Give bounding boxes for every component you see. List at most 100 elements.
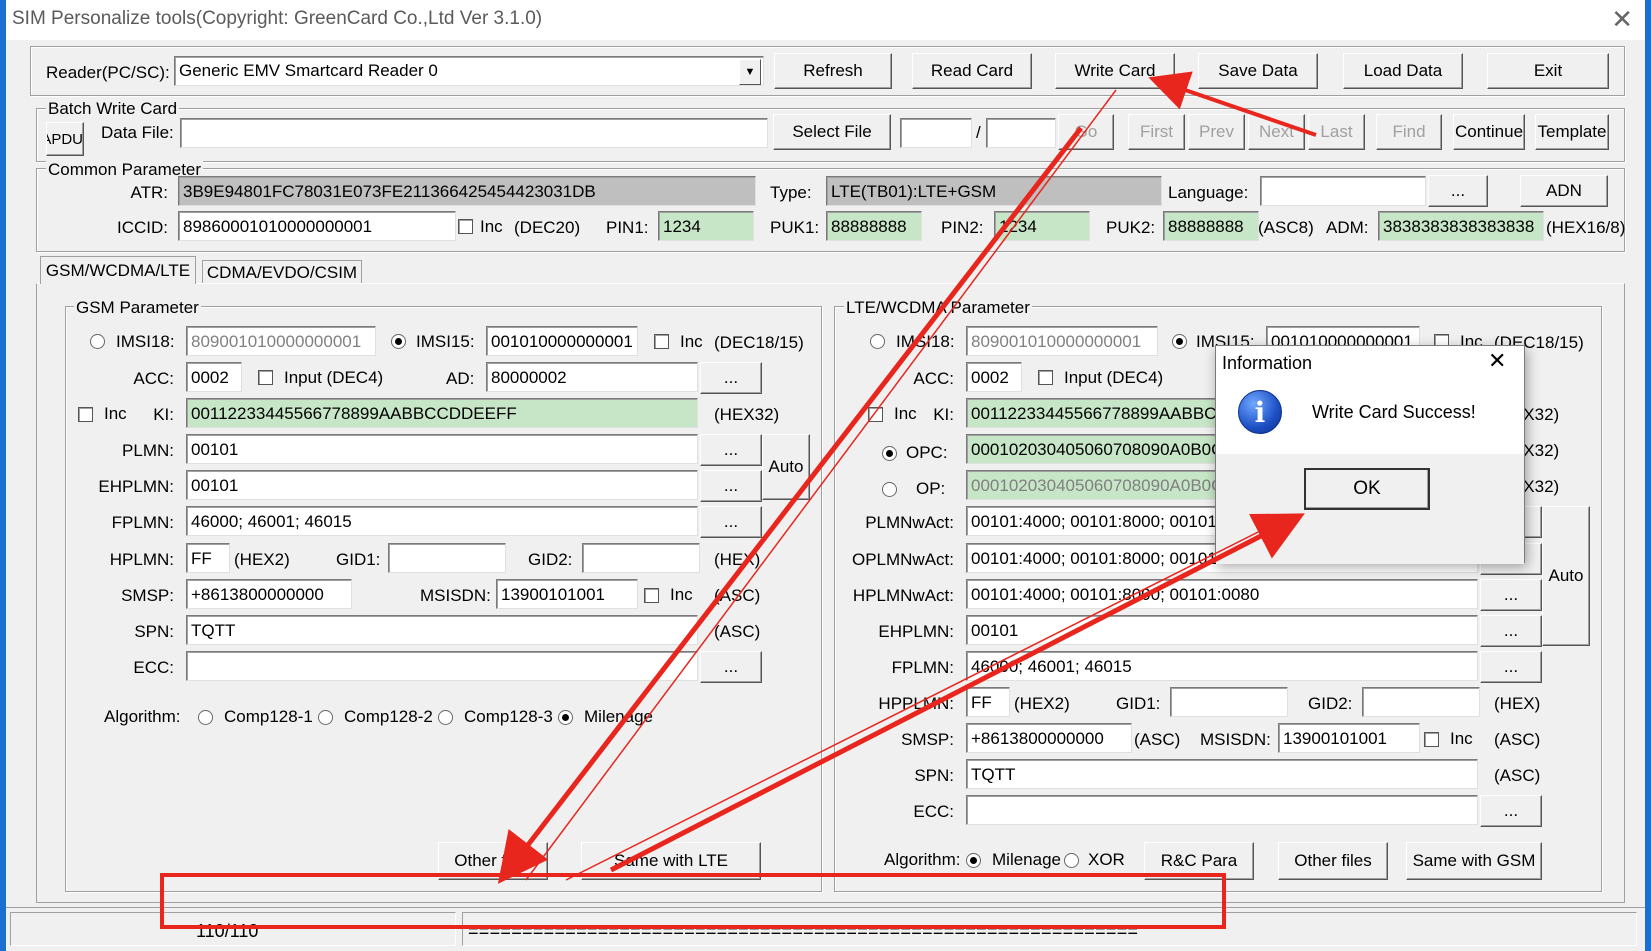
select-file-button[interactable]: Select File [773,114,891,150]
same-with-gsm-button[interactable]: Same with GSM [1406,842,1542,880]
gsm-input-dec4-checkbox[interactable] [258,370,273,385]
batch-from-input[interactable] [900,118,972,148]
comp128-1-radio[interactable] [198,710,213,725]
tab-cdma-evdo-csim[interactable]: CDMA/EVDO/CSIM [202,260,362,284]
continue-button[interactable]: Continue [1453,114,1525,150]
hplmnwact-field[interactable]: 00101:4000; 00101:8000; 00101:0080 [966,579,1478,609]
dialog-ok-button[interactable]: OK [1304,468,1430,510]
comp128-3-radio[interactable] [438,710,453,725]
lte-gid1-field[interactable] [1170,687,1288,717]
hpplmn-label: HPPLMN: [878,694,954,713]
gsm-ehplmn-field[interactable]: 00101 [186,470,698,500]
reader-select[interactable]: Generic EMV Smartcard Reader 0 ▼ [174,56,764,86]
lte-smsp-field[interactable]: +8613800000000 [966,723,1132,753]
apdu-button[interactable]: APDU [46,122,84,156]
lte-other-files-button[interactable]: Other files [1278,842,1388,880]
atr-field[interactable]: 3B9E94801FC78031E073FE211366425454423031… [178,176,756,206]
lte-auto-button[interactable]: Auto [1542,506,1590,646]
lte-imsi15-radio[interactable] [1172,334,1187,349]
lte-milenage-radio[interactable] [966,853,981,868]
lte-imsi18-radio[interactable] [870,334,885,349]
lte-fplmn-field[interactable]: 46000; 46001; 46015 [966,651,1478,681]
lte-msisdn-inc-checkbox[interactable] [1424,732,1439,747]
lte-input-dec4-checkbox[interactable] [1038,370,1053,385]
gsm-ad-field[interactable]: 80000002 [486,362,698,392]
lte-imsi18-field[interactable]: 809001010000000001 [966,326,1158,356]
save-data-button[interactable]: Save Data [1198,53,1318,89]
gsm-ehplmn-browse-button[interactable]: ... [700,470,762,502]
gsm-auto-button[interactable]: Auto [762,434,810,500]
gsm-gid1-field[interactable] [388,543,506,573]
adm-field[interactable]: 3838383838383838 [1378,211,1544,241]
puk2-field[interactable]: 88888888 [1163,211,1259,241]
pin1-field[interactable]: 1234 [658,211,754,241]
lte-spn-field[interactable]: TQTT [966,759,1478,789]
gsm-fplmn-browse-button[interactable]: ... [700,506,762,538]
gsm-msisdn-field[interactable]: 13900101001 [496,579,638,609]
gsm-gid2-field[interactable] [582,543,700,573]
lte-gid2-field[interactable] [1362,687,1480,717]
xor-radio[interactable] [1064,853,1079,868]
read-card-button[interactable]: Read Card [912,53,1032,89]
data-file-input[interactable] [180,118,768,148]
write-card-button[interactable]: Write Card [1055,53,1175,89]
exit-button[interactable]: Exit [1487,53,1609,89]
gsm-ecc-browse-button[interactable]: ... [700,651,762,683]
first-button[interactable]: First [1128,114,1185,150]
lte-ehplmn-browse-button[interactable]: ... [1480,615,1542,647]
lte-acc-field[interactable]: 0002 [966,362,1022,392]
language-browse-button[interactable]: ... [1428,175,1488,207]
lte-ecc-field[interactable] [966,795,1478,825]
lte-ki-inc-checkbox[interactable] [868,407,883,422]
find-button[interactable]: Find [1376,114,1442,150]
gsm-ki-field[interactable]: 00112233445566778899AABBCCDDEEFF [186,398,698,428]
lte-ehplmn-field[interactable]: 00101 [966,615,1478,645]
iccid-inc-checkbox[interactable] [458,219,473,234]
gsm-spn-field[interactable]: TQTT [186,615,698,645]
gsm-imsi18-field[interactable]: 809001010000000001 [186,326,376,356]
gsm-milenage-radio[interactable] [558,710,573,725]
progress-highlight-box [160,873,1226,929]
comp128-2-radio[interactable] [318,710,333,725]
lte-ecc-browse-button[interactable]: ... [1480,795,1542,827]
gsm-ecc-field[interactable] [186,651,698,681]
pin2-field[interactable]: 1234 [994,211,1090,241]
lte-fplmn-browse-button[interactable]: ... [1480,651,1542,683]
gsm-imsi-inc-checkbox[interactable] [654,334,669,349]
type-field[interactable]: LTE(TB01):LTE+GSM [826,176,1162,206]
tab-gsm-wcdma-lte[interactable]: GSM/WCDMA/LTE [40,256,196,284]
lte-msisdn-field[interactable]: 13900101001 [1278,723,1420,753]
gsm-ki-inc-checkbox[interactable] [78,407,93,422]
next-button[interactable]: Next [1248,114,1305,150]
template-button[interactable]: Template [1535,114,1609,150]
puk1-field[interactable]: 88888888 [826,211,922,241]
hpplmn-field[interactable]: FF [966,687,1010,717]
dialog-close-icon[interactable]: ✕ [1488,349,1506,373]
imsi18-radio[interactable] [90,334,105,349]
gsm-msisdn-inc-checkbox[interactable] [644,588,659,603]
gsm-imsi15-field[interactable]: 001010000000001 [486,326,638,356]
op-radio[interactable] [882,482,897,497]
go-button[interactable]: Go [1058,114,1114,150]
gsm-hplmn-field[interactable]: FF [186,543,230,573]
gsm-plmn-field[interactable]: 00101 [186,434,698,464]
gsm-acc-field[interactable]: 0002 [186,362,242,392]
opc-radio[interactable] [882,446,897,461]
language-field[interactable] [1260,176,1426,206]
iccid-field[interactable]: 89860001010000000001 [178,211,456,241]
gsm-ad-browse-button[interactable]: ... [700,362,762,394]
batch-to-input[interactable] [986,118,1056,148]
gsm-plmn-browse-button[interactable]: ... [700,434,762,466]
load-data-button[interactable]: Load Data [1343,53,1463,89]
imsi15-radio[interactable] [391,334,406,349]
gsm-fplmn-field[interactable]: 46000; 46001; 46015 [186,506,698,536]
refresh-button[interactable]: Refresh [774,53,892,89]
gsm-smsp-field[interactable]: +8613800000000 [186,579,352,609]
prev-button[interactable]: Prev [1188,114,1245,150]
hplmnwact-browse-button[interactable]: ... [1480,579,1542,611]
adn-button[interactable]: ADN [1520,175,1608,207]
lte-spn-label: SPN: [914,766,954,785]
last-button[interactable]: Last [1308,114,1365,150]
close-icon[interactable]: ✕ [1611,4,1633,35]
chevron-down-icon[interactable]: ▼ [739,59,761,85]
